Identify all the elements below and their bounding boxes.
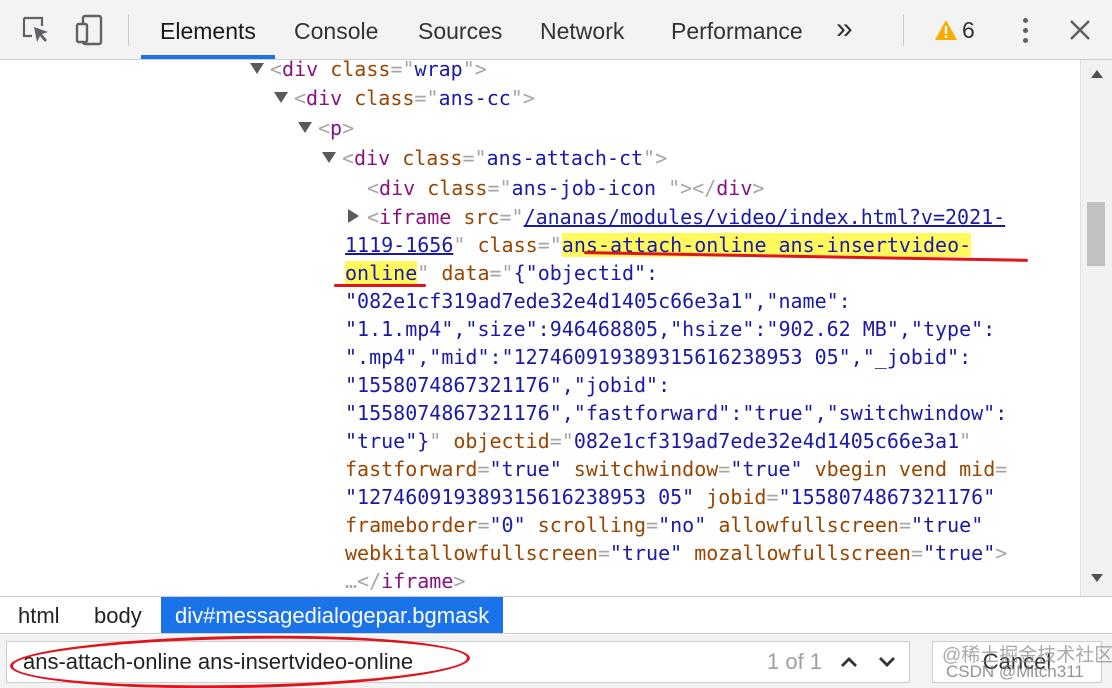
expand-toggle-icon[interactable] xyxy=(348,209,359,223)
inspect-icon[interactable] xyxy=(18,12,54,48)
dom-node-div-ans-attach-ct[interactable]: <div class="ans-attach-ct"> xyxy=(342,144,667,172)
collapse-toggle-icon[interactable] xyxy=(274,92,288,103)
iframe-src-link[interactable]: 1119-1656 xyxy=(345,233,453,257)
dom-node-p[interactable]: <p> xyxy=(318,114,354,142)
breadcrumb: html body div#messagedialogepar.bgmask xyxy=(0,596,1112,634)
scroll-up-arrow-icon[interactable] xyxy=(1091,70,1103,78)
iframe-closing-tag[interactable]: …</iframe> xyxy=(345,567,465,595)
search-highlight: online xyxy=(345,261,418,285)
annotation-underline xyxy=(334,284,426,287)
toolbar-divider xyxy=(128,14,129,46)
tab-sources[interactable]: Sources xyxy=(418,0,502,59)
toolbar-divider xyxy=(903,14,904,46)
tab-network[interactable]: Network xyxy=(540,0,624,59)
tab-elements[interactable]: Elements xyxy=(160,0,256,59)
iframe-src-link[interactable]: /ananas/modules/video/index.html?v=2021- xyxy=(524,205,1006,229)
collapse-toggle-icon[interactable] xyxy=(322,152,336,163)
data-attr-value-line: ".mp4","mid":"127460919389315616238953 0… xyxy=(345,345,972,369)
close-icon[interactable] xyxy=(1062,12,1098,48)
data-attr-value-line: "1.1.mp4","size":946468805,"hsize":"902.… xyxy=(345,317,996,341)
dom-node-iframe[interactable]: <iframe src="/ananas/modules/video/index… xyxy=(367,203,1005,231)
iframe-attributes-line: "127460919389315616238953 05" jobid="155… xyxy=(345,485,996,509)
tab-console[interactable]: Console xyxy=(294,0,378,59)
scrollbar-thumb[interactable] xyxy=(1087,202,1105,266)
devtools-toolbar: Elements Console Sources Network Perform… xyxy=(0,0,1112,60)
previous-match-button[interactable] xyxy=(833,646,865,678)
scroll-down-arrow-icon[interactable] xyxy=(1091,574,1103,582)
dom-node-div-ans-cc[interactable]: <div class="ans-cc"> xyxy=(294,84,535,112)
chevron-down-icon xyxy=(879,657,895,667)
vertical-scrollbar[interactable] xyxy=(1080,60,1112,596)
more-tabs-button[interactable]: » xyxy=(836,0,853,59)
chevron-up-icon xyxy=(841,657,857,667)
breadcrumb-html[interactable]: html xyxy=(4,597,74,633)
warning-count: 6 xyxy=(962,16,975,43)
dom-node-div-ans-job-icon[interactable]: <div class="ans-job-icon "></div> xyxy=(367,174,764,202)
warnings-button[interactable]: 6 xyxy=(934,16,975,44)
iframe-attributes-line: online" data="{"objectid": xyxy=(345,261,659,285)
data-attr-value-line: "082e1cf319ad7ede32e4d1405c66e3a1","name… xyxy=(345,289,851,313)
warning-icon xyxy=(935,20,957,40)
breadcrumb-body[interactable]: body xyxy=(80,597,156,633)
more-options-icon[interactable] xyxy=(1012,12,1038,48)
data-attr-value-line: "1558074867321176","fastforward":"true",… xyxy=(345,401,1008,425)
collapse-toggle-icon[interactable] xyxy=(250,63,264,74)
tab-performance[interactable]: Performance xyxy=(671,0,803,59)
dom-tree[interactable]: <div class="wrap"> <div class="ans-cc"> … xyxy=(0,60,1080,596)
active-tab-indicator xyxy=(141,55,275,59)
iframe-attributes-line: frameborder="0" scrolling="no" allowfull… xyxy=(345,513,984,537)
iframe-attributes-line: webkitallowfullscreen="true" mozallowful… xyxy=(345,541,1008,565)
next-match-button[interactable] xyxy=(871,646,903,678)
iframe-attributes-line: "true"}" objectid="082e1cf319ad7ede32e4d… xyxy=(345,429,972,453)
watermark: CSDN @Mitch311 xyxy=(946,662,1084,681)
device-toggle-icon[interactable] xyxy=(72,12,108,48)
match-count: 1 of 1 xyxy=(767,649,823,674)
iframe-attributes-line: fastforward="true" switchwindow="true" v… xyxy=(345,457,1008,481)
collapse-toggle-icon[interactable] xyxy=(298,122,312,133)
breadcrumb-selected-node[interactable]: div#messagedialogepar.bgmask xyxy=(161,597,504,633)
data-attr-value-line: "1558074867321176","jobid": xyxy=(345,373,671,397)
dom-node-div-wrap[interactable]: <div class="wrap"> xyxy=(270,60,487,83)
